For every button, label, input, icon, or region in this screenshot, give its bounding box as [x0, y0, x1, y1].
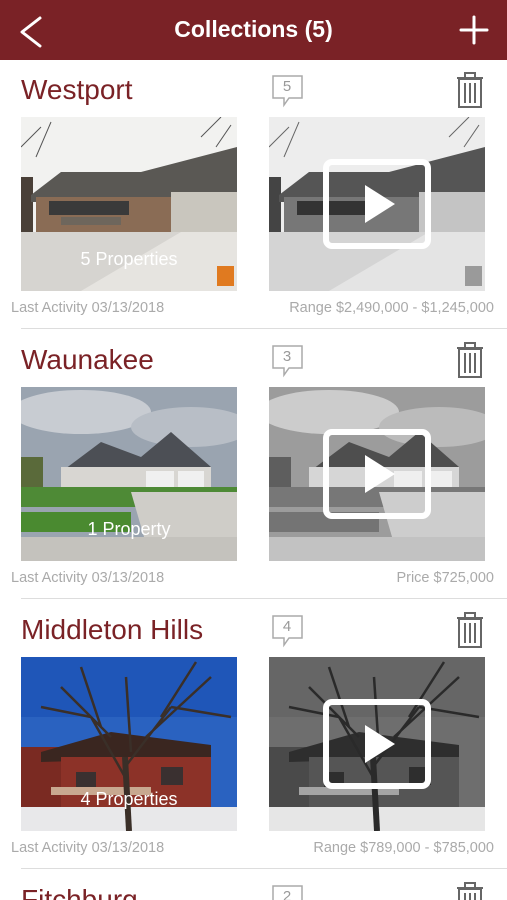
page-title: Collections (5)	[174, 16, 333, 42]
video-thumbnail[interactable]	[269, 117, 485, 291]
comment-count: 3	[282, 348, 292, 365]
last-activity: Last Activity 03/13/2018	[11, 570, 165, 586]
property-count: 1 Property	[87, 519, 171, 539]
collection-name[interactable]: Westport	[21, 74, 133, 106]
divider	[21, 328, 507, 329]
play-icon[interactable]	[323, 699, 431, 789]
collection-photo[interactable]: 1 Property	[21, 387, 237, 561]
collection-card[interactable]: Westport 5 5 Properties Last Activity 03…	[0, 60, 507, 330]
video-thumbnail[interactable]	[269, 657, 485, 831]
comment-bubble-icon[interactable]: 4	[271, 614, 305, 648]
play-icon[interactable]	[323, 429, 431, 519]
collection-card[interactable]: Middleton Hills 4 4 Properties Last Acti…	[0, 600, 507, 870]
trash-icon[interactable]	[456, 612, 484, 648]
plus-icon[interactable]	[456, 12, 492, 48]
comment-count: 2	[282, 888, 292, 900]
collection-card[interactable]: Waunakee 3 1 Property Last Activity 03/1…	[0, 330, 507, 600]
video-thumbnail[interactable]	[269, 387, 485, 561]
navigation-bar: Collections (5)	[0, 0, 507, 60]
collection-name[interactable]: Fitchburg	[21, 884, 138, 900]
trash-icon[interactable]	[456, 882, 484, 900]
comment-count: 5	[282, 78, 292, 95]
comment-count: 4	[282, 618, 292, 635]
price-range: Range $789,000 - $785,000	[313, 840, 494, 856]
comment-bubble-icon[interactable]: 5	[271, 74, 305, 108]
comment-bubble-icon[interactable]: 2	[271, 884, 305, 900]
divider	[21, 868, 507, 869]
trash-icon[interactable]	[456, 72, 484, 108]
property-count: 5 Properties	[80, 249, 178, 269]
comment-bubble-icon[interactable]: 3	[271, 344, 305, 378]
play-icon[interactable]	[323, 159, 431, 249]
collection-card[interactable]: Fitchburg 2	[0, 870, 507, 900]
property-count: 4 Properties	[80, 789, 178, 809]
price: Price $725,000	[396, 570, 494, 586]
collection-photo[interactable]: 4 Properties	[21, 657, 237, 831]
last-activity: Last Activity 03/13/2018	[11, 300, 165, 316]
price-range: Range $2,490,000 - $1,245,000	[289, 300, 494, 316]
collection-name[interactable]: Waunakee	[21, 344, 154, 376]
last-activity: Last Activity 03/13/2018	[11, 840, 165, 856]
divider	[21, 598, 507, 599]
collection-name[interactable]: Middleton Hills	[21, 614, 203, 646]
collection-photo[interactable]: 5 Properties	[21, 117, 237, 291]
trash-icon[interactable]	[456, 342, 484, 378]
